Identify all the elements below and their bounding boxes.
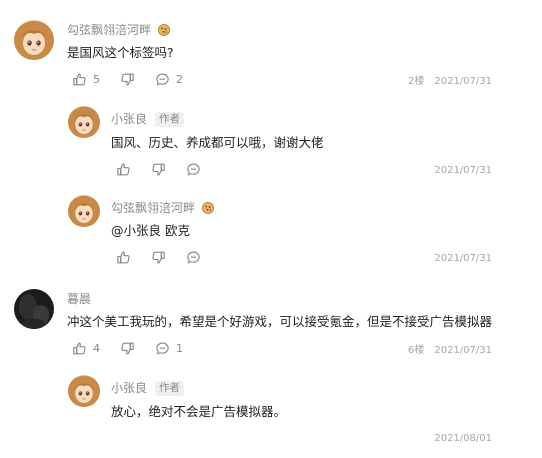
username[interactable]: 勾弦飘翎涪河畔 (111, 200, 195, 216)
thumb-up-icon (72, 72, 87, 87)
reply-button[interactable] (186, 162, 201, 177)
thumb-up-icon (72, 341, 87, 356)
reply-avatar[interactable] (68, 375, 100, 407)
thumb-down-icon (151, 162, 166, 177)
cookie-icon (157, 23, 171, 37)
reply-avatar[interactable] (68, 106, 100, 138)
comment-text: 冲这个美工我玩的，希望是个好游戏，可以接受氪金，但是不接受广告模拟器 (67, 314, 493, 329)
comment-header: 勾弦飘翎涪河畔 (67, 22, 171, 38)
reply-date: 2021/08/01 (434, 433, 492, 444)
reply-button[interactable]: 2 (155, 72, 183, 87)
reply-actions (116, 162, 215, 177)
dislike-button[interactable] (120, 72, 135, 87)
comment-actions: 4 1 (72, 341, 197, 356)
reply-header: 小张良 作者 (111, 111, 185, 127)
reply-text: 放心，绝对不会是广告模拟器。 (111, 404, 287, 419)
comment-text: 是国风这个标签吗? (67, 45, 174, 60)
username[interactable]: 勾弦飘翎涪河畔 (67, 22, 151, 38)
dislike-button[interactable] (151, 250, 166, 265)
thumb-down-icon (151, 250, 166, 265)
comment-meta: 6楼 2021/07/31 (408, 344, 492, 358)
reply-message: 欧克 (165, 223, 191, 238)
comment-bubble-icon (186, 250, 201, 265)
like-button[interactable] (116, 162, 131, 177)
dislike-button[interactable] (120, 341, 135, 356)
reply-date: 2021/07/31 (434, 253, 492, 264)
comment-actions: 5 2 (72, 72, 197, 87)
like-count: 4 (93, 342, 100, 355)
thumb-up-icon (116, 250, 131, 265)
reply-text: 国风、历史、养成都可以哦，谢谢大佬 (111, 135, 324, 150)
reply-actions (116, 250, 215, 265)
like-button[interactable] (116, 250, 131, 265)
floor-number: 6楼 (407, 345, 425, 356)
like-button[interactable]: 4 (72, 341, 100, 356)
user-avatar[interactable] (14, 20, 54, 60)
reply-button[interactable] (186, 250, 201, 265)
mention-link[interactable]: @小张良 (111, 223, 161, 238)
reply-header: 小张良 作者 (111, 380, 185, 396)
floor-number: 2楼 (407, 76, 425, 87)
thumb-up-icon (116, 162, 131, 177)
username[interactable]: 小张良 (111, 111, 147, 127)
avatar-image (68, 375, 100, 407)
cookie-icon (201, 201, 215, 215)
author-badge: 作者 (155, 111, 185, 127)
comment-bubble-icon (186, 162, 201, 177)
comment-date: 2021/07/31 (434, 76, 492, 87)
reply-header: 勾弦飘翎涪河畔 (111, 200, 215, 216)
reply-count: 1 (176, 342, 183, 355)
comment-meta: 2楼 2021/07/31 (408, 75, 492, 89)
comment-bubble-icon (155, 72, 170, 87)
user-avatar[interactable] (14, 289, 54, 329)
comment-bubble-icon (155, 341, 170, 356)
reply-date: 2021/07/31 (434, 165, 492, 176)
avatar-image (68, 106, 100, 138)
thumb-down-icon (120, 341, 135, 356)
like-count: 5 (93, 73, 100, 86)
dislike-button[interactable] (151, 162, 166, 177)
username[interactable]: 暮晨 (67, 291, 91, 307)
avatar-image (14, 289, 54, 329)
reply-count: 2 (176, 73, 183, 86)
reply-text: @小张良 欧克 (111, 222, 190, 240)
username[interactable]: 小张良 (111, 380, 147, 396)
avatar-image (14, 20, 54, 60)
avatar-image (68, 195, 100, 227)
comment-date: 2021/07/31 (434, 345, 492, 356)
reply-button[interactable]: 1 (155, 341, 183, 356)
author-badge: 作者 (155, 380, 185, 396)
like-button[interactable]: 5 (72, 72, 100, 87)
thumb-down-icon (120, 72, 135, 87)
reply-avatar[interactable] (68, 195, 100, 227)
comment-header: 暮晨 (67, 291, 91, 307)
